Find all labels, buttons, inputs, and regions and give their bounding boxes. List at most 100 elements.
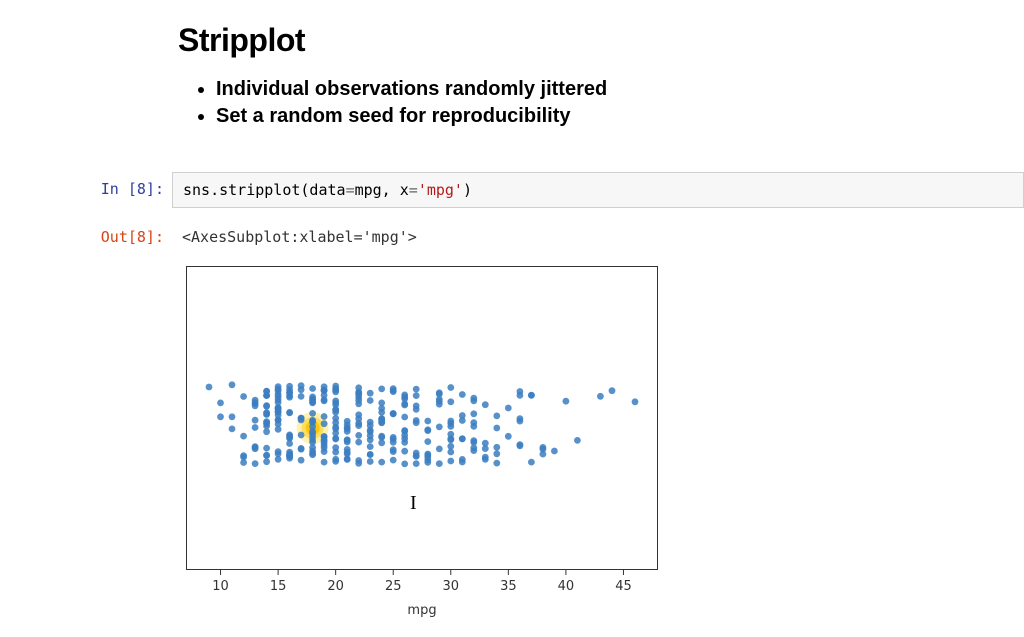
data-point xyxy=(298,432,305,439)
code-token: = xyxy=(346,181,355,199)
data-point xyxy=(390,457,397,464)
data-point xyxy=(309,397,316,404)
data-point xyxy=(401,435,408,442)
data-point xyxy=(229,426,236,433)
data-point xyxy=(206,384,213,391)
data-point xyxy=(447,418,454,425)
data-point xyxy=(401,395,408,402)
data-point xyxy=(505,433,512,440)
notebook-page: Stripplot Individual observations random… xyxy=(0,0,1024,637)
data-point xyxy=(332,406,339,413)
data-point xyxy=(470,437,477,444)
data-point xyxy=(355,389,362,396)
data-point xyxy=(286,409,293,416)
x-tick-label: 30 xyxy=(443,579,460,594)
data-point xyxy=(332,424,339,431)
data-point xyxy=(517,415,524,422)
output-cell: Out[8]: <AxesSubplot:xlabel='mpg'> xyxy=(76,220,427,254)
x-tick-label: 15 xyxy=(270,579,287,594)
text-caret-icon: I xyxy=(410,492,417,515)
data-point xyxy=(609,387,616,394)
data-point xyxy=(447,435,454,442)
data-point xyxy=(332,388,339,395)
data-point xyxy=(493,450,500,457)
code-token: 'mpg' xyxy=(418,181,463,199)
data-point xyxy=(298,393,305,400)
data-point xyxy=(505,405,512,412)
x-axis-ticks: 1015202530354045 xyxy=(212,570,631,594)
data-point xyxy=(447,384,454,391)
data-point xyxy=(470,423,477,430)
data-point xyxy=(367,390,374,397)
data-point xyxy=(378,459,385,466)
data-point xyxy=(390,439,397,446)
data-point xyxy=(275,412,282,419)
data-point xyxy=(309,437,316,444)
data-point xyxy=(493,425,500,432)
data-point xyxy=(413,419,420,426)
data-point xyxy=(240,454,247,461)
code-cell: In [8]: sns.stripplot(data=mpg, x='mpg') xyxy=(76,172,1024,208)
data-point xyxy=(517,441,524,448)
data-point xyxy=(344,436,351,443)
data-point xyxy=(332,430,339,437)
data-point xyxy=(493,413,500,420)
data-point xyxy=(252,399,259,406)
data-point xyxy=(447,443,454,450)
data-point xyxy=(390,410,397,417)
data-point xyxy=(378,434,385,441)
data-point xyxy=(470,397,477,404)
x-axis-label: mpg xyxy=(407,603,436,618)
x-tick-label: 40 xyxy=(558,579,575,594)
data-point xyxy=(286,389,293,396)
data-point xyxy=(355,422,362,429)
data-point xyxy=(263,392,270,399)
data-point xyxy=(309,428,316,435)
page-title: Stripplot xyxy=(178,22,305,59)
data-point xyxy=(309,410,316,417)
data-point xyxy=(367,397,374,404)
data-point xyxy=(528,392,535,399)
data-point xyxy=(321,433,328,440)
data-point xyxy=(355,432,362,439)
data-point xyxy=(597,393,604,400)
data-point xyxy=(401,414,408,421)
data-point xyxy=(321,413,328,420)
data-point xyxy=(298,415,305,422)
x-tick-label: 10 xyxy=(212,579,229,594)
data-point xyxy=(332,436,339,443)
data-point xyxy=(252,445,259,452)
data-point xyxy=(459,459,466,466)
data-point xyxy=(413,392,420,399)
data-point xyxy=(321,444,328,451)
data-point xyxy=(470,444,477,451)
data-point xyxy=(344,449,351,456)
data-point xyxy=(390,448,397,455)
code-input[interactable]: sns.stripplot(data=mpg, x='mpg') xyxy=(172,172,1024,208)
code-token: sns.stripplot(data xyxy=(183,181,346,199)
data-point xyxy=(298,446,305,453)
data-point xyxy=(252,460,259,467)
data-point xyxy=(263,420,270,427)
data-point xyxy=(344,418,351,425)
data-point xyxy=(632,398,639,405)
data-point xyxy=(436,460,443,467)
x-tick-label: 35 xyxy=(500,579,517,594)
data-point xyxy=(263,452,270,459)
data-point xyxy=(275,387,282,394)
data-point xyxy=(367,443,374,450)
data-point xyxy=(459,435,466,442)
data-point xyxy=(447,458,454,465)
data-point xyxy=(286,432,293,439)
data-point xyxy=(413,386,420,393)
data-point xyxy=(493,460,500,467)
data-point xyxy=(298,382,305,389)
data-point xyxy=(574,437,581,444)
data-point xyxy=(355,415,362,422)
code-token: ) xyxy=(463,181,472,199)
data-point xyxy=(309,385,316,392)
data-point xyxy=(447,398,454,405)
output-prompt: Out[8]: xyxy=(76,220,172,254)
data-point xyxy=(344,425,351,432)
data-point xyxy=(355,401,362,408)
